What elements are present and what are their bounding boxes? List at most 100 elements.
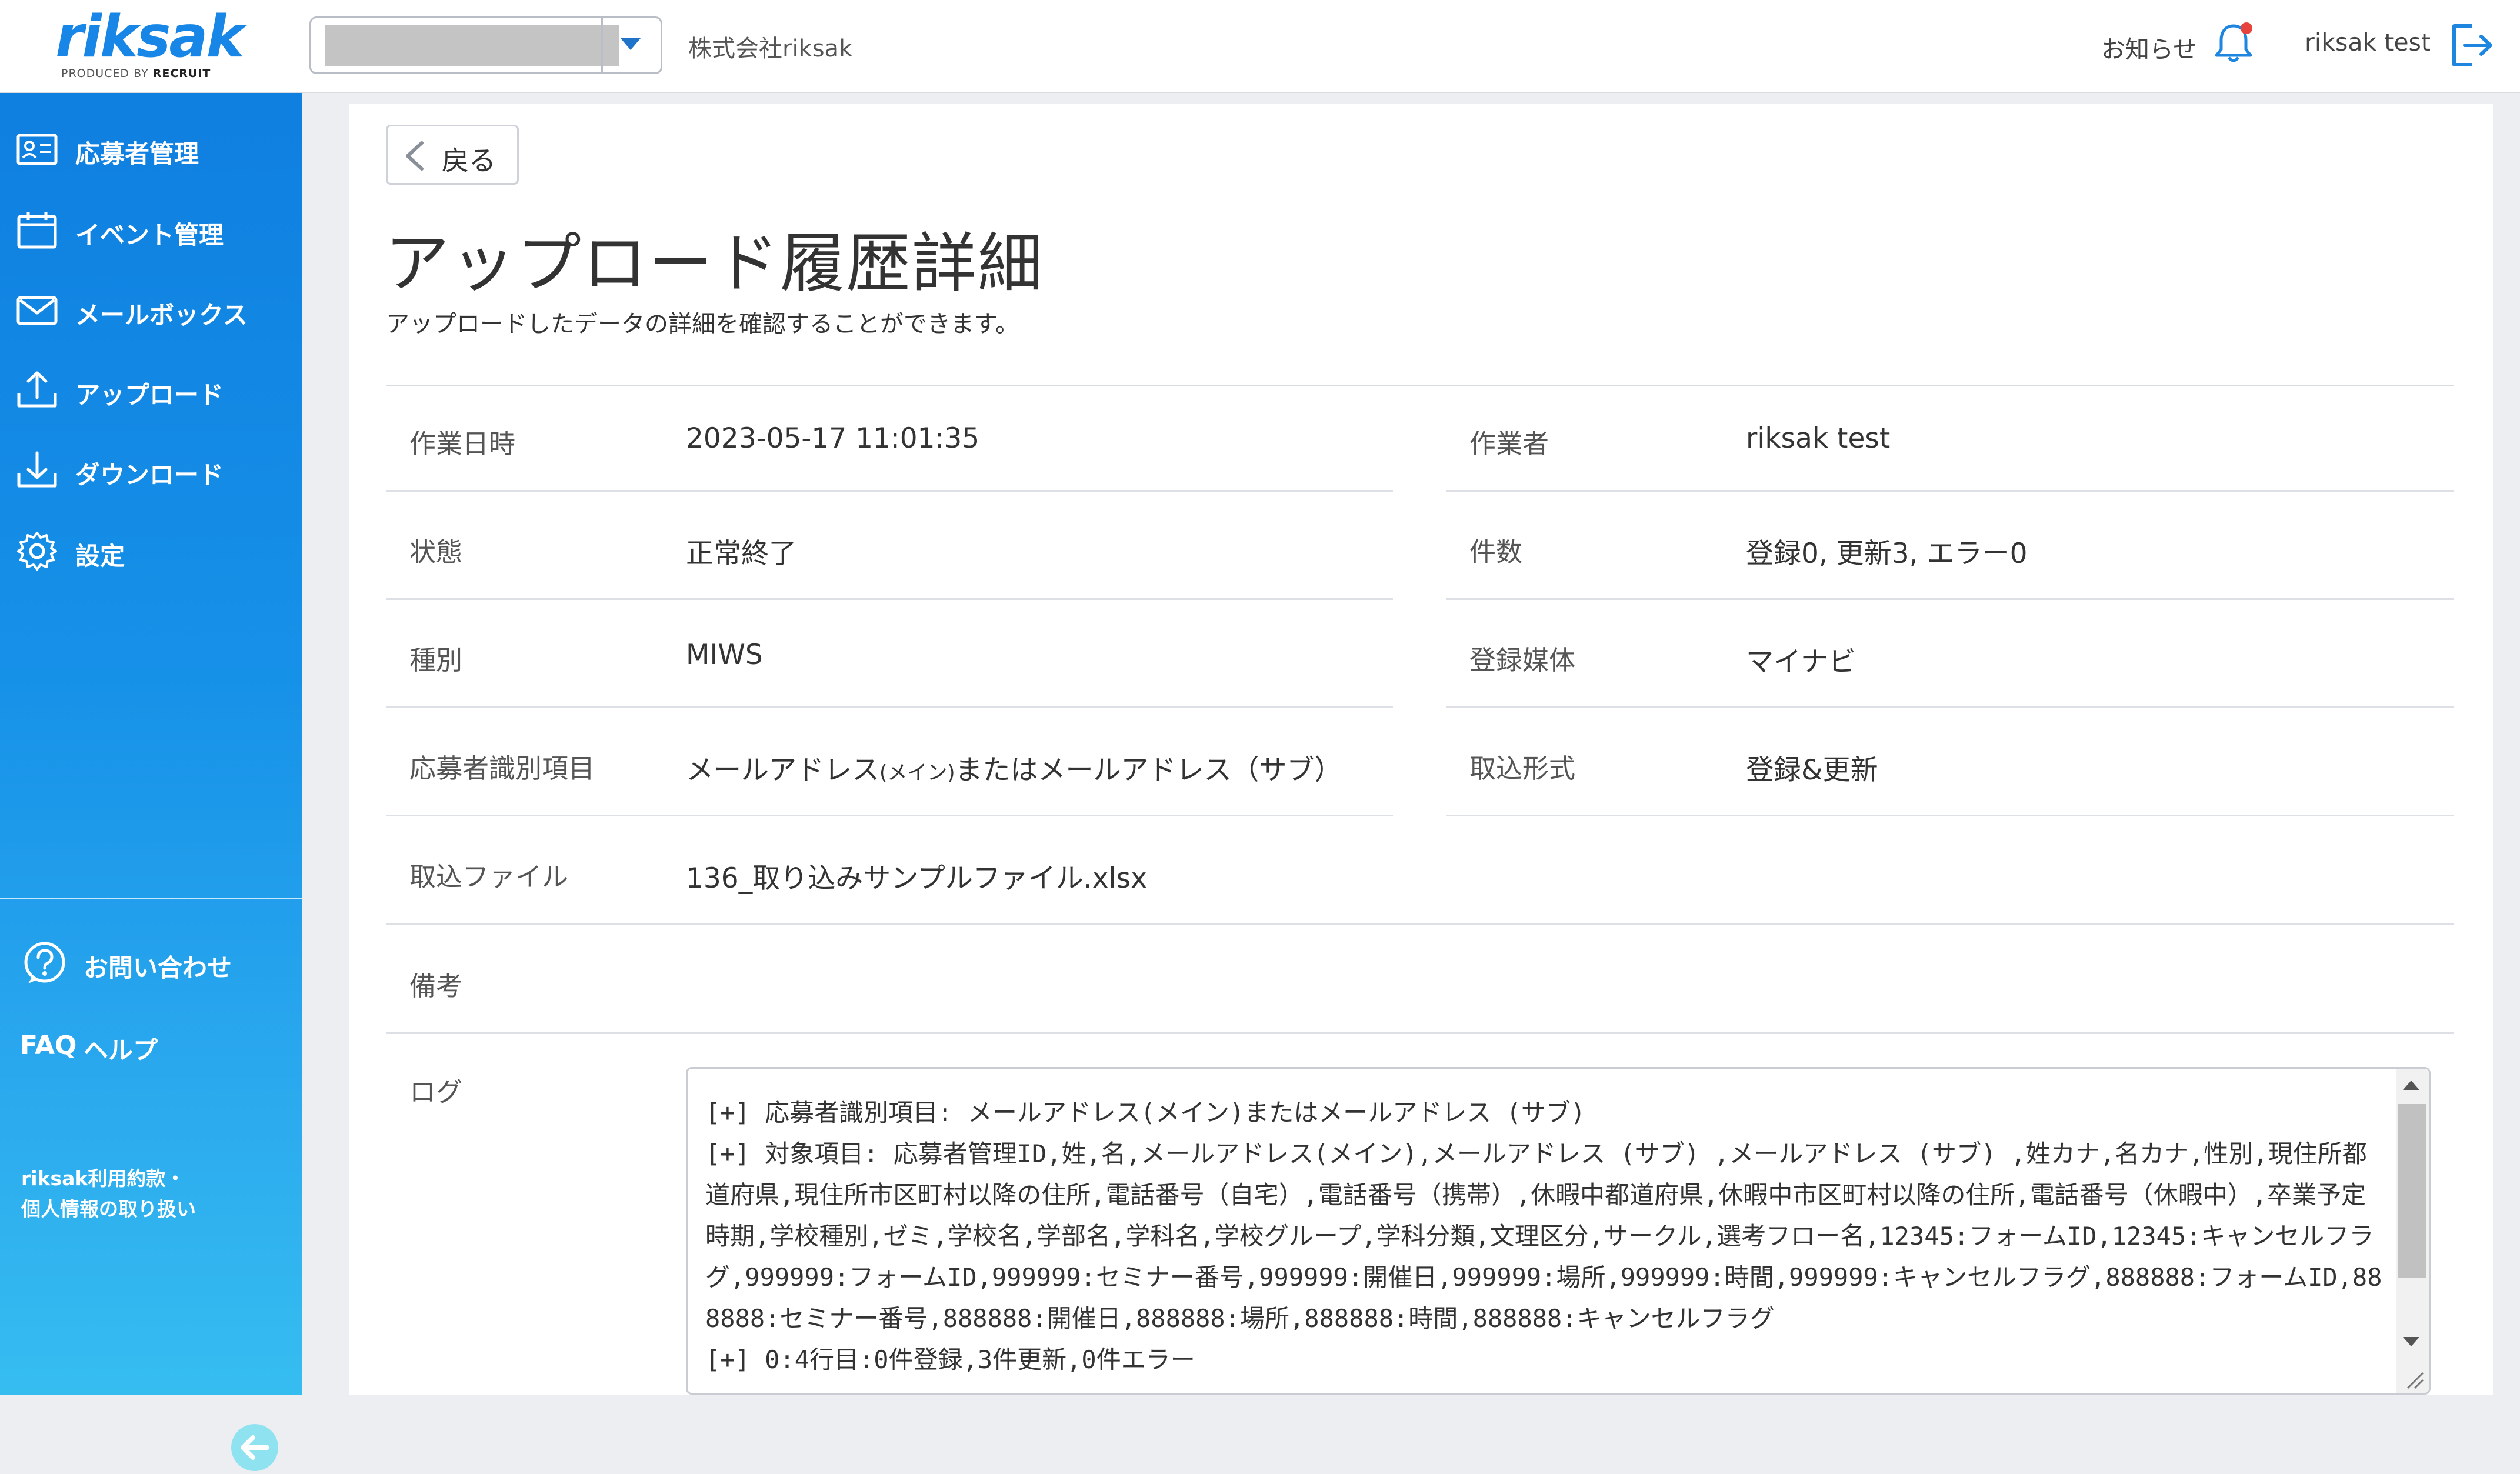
row-divider (1446, 490, 2454, 492)
user-name[interactable]: riksak test (2305, 28, 2431, 56)
sidebar-item-events[interactable]: イベント管理 (0, 196, 302, 261)
download-icon (17, 451, 57, 488)
terms-line-1: riksak利用約款・ (21, 1167, 185, 1190)
field-value: 正常終了 (686, 538, 796, 570)
page-title: アップロード履歴詳細 (385, 226, 1044, 301)
sidebar-item-label: イベント管理 (75, 221, 224, 249)
sidebar-item-upload[interactable]: アップロード (0, 356, 302, 421)
field-label: 件数 (1469, 536, 1523, 568)
field-value: 登録&更新 (1746, 754, 1878, 786)
field-label: 作業者 (1469, 428, 1549, 459)
sidebar-divider (0, 898, 302, 899)
collapse-sidebar-icon[interactable] (228, 1421, 281, 1474)
sidebar-item-label: アップロード (75, 381, 224, 409)
row-divider (386, 1032, 2454, 1034)
field-value: MIWS (686, 639, 763, 671)
help-circle-icon (24, 942, 65, 983)
logo-wordmark: riksak (55, 4, 245, 71)
field-label: 応募者識別項目 (409, 753, 595, 784)
field-worker: 作業者 riksak test (1446, 385, 2454, 492)
field-media: 登録媒体 マイナビ (1446, 601, 2454, 708)
terms-link[interactable]: riksak利用約款・ 個人情報の取り扱い (21, 1163, 196, 1225)
gear-icon (17, 532, 57, 571)
log-text: [+] 応募者識別項目: メールアドレス(メイン)またはメールアドレス (サブ)… (705, 1098, 2382, 1374)
field-import-file: 取込ファイル 136_取り込みサンプルファイル.xlsx (386, 818, 2454, 925)
row-divider (386, 706, 1393, 708)
bell-icon[interactable] (2213, 21, 2254, 65)
sidebar-item-settings[interactable]: 設定 (0, 518, 302, 582)
row-divider (386, 598, 1393, 600)
sidebar-item-label: メールボックス (75, 301, 248, 329)
row-divider (386, 490, 1393, 492)
riksak-logo[interactable]: riksak PRODUCED BY RECRUIT (55, 4, 245, 85)
field-value: 2023-05-17 11:01:35 (686, 422, 980, 455)
scroll-down-arrow-icon[interactable] (2403, 1337, 2419, 1346)
log-textarea[interactable]: [+] 応募者識別項目: メールアドレス(メイン)またはメールアドレス (サブ)… (686, 1067, 2431, 1395)
logout-icon[interactable] (2448, 22, 2495, 68)
sidebar-item-contact[interactable]: お問い合わせ (0, 934, 302, 999)
notice-link[interactable]: お知らせ (2101, 29, 2197, 65)
field-label: 登録媒体 (1469, 645, 1576, 676)
sidebar-item-applicants[interactable]: 応募者管理 (0, 115, 302, 180)
back-label: 戻る (442, 145, 496, 176)
row-divider (1446, 815, 2454, 816)
field-label: 作業日時 (409, 428, 516, 459)
row-divider (386, 923, 2454, 925)
applicant-card-icon (16, 134, 58, 165)
field-label: 備考 (409, 971, 463, 1002)
sidebar: 応募者管理 イベント管理 メールボックス アップロード ダウンロード 設定 お問… (0, 93, 302, 1471)
field-label: 種別 (409, 645, 463, 676)
terms-line-2: 個人情報の取り扱い (21, 1198, 196, 1220)
field-value: 登録0, 更新3, エラー0 (1746, 538, 2028, 570)
select-divider (601, 18, 603, 72)
logo-sub-brand: RECRUIT (152, 67, 211, 80)
logo-sub-prefix: PRODUCED BY (61, 67, 149, 80)
field-value: メールアドレス(メイン)またはメールアドレス（サブ） (686, 747, 1342, 788)
mail-icon (16, 296, 58, 325)
field-remarks: 備考 (386, 927, 2454, 1034)
back-button[interactable]: 戻る (386, 125, 519, 185)
sidebar-item-label: 設定 (75, 542, 125, 571)
logo-subtitle: PRODUCED BY RECRUIT (61, 67, 232, 80)
masked-company-value (325, 25, 619, 66)
page-description: アップロードしたデータの詳細を確認することができます。 (386, 311, 1019, 338)
top-header: riksak PRODUCED BY RECRUIT 株式会社riksak お知… (0, 0, 2520, 93)
identifier-value-c: またはメールアドレス（サブ） (955, 754, 1342, 786)
field-value: 136_取り込みサンプルファイル.xlsx (686, 862, 1147, 895)
log-scrollbar[interactable] (2396, 1069, 2429, 1393)
company-name: 株式会社riksak (688, 35, 853, 62)
field-value: マイナビ (1746, 646, 1856, 678)
sidebar-item-label: ダウンロード (75, 461, 224, 489)
faq-label: ヘルプ (84, 1036, 158, 1065)
upload-icon (17, 371, 57, 408)
sidebar-item-faq[interactable]: FAQ ヘルプ (0, 1022, 302, 1075)
company-select[interactable] (309, 16, 662, 74)
sidebar-item-mailbox[interactable]: メールボックス (0, 276, 302, 341)
field-count: 件数 登録0, 更新3, エラー0 (1446, 493, 2454, 600)
row-divider (386, 815, 1393, 816)
field-label: 状態 (409, 536, 463, 568)
faq-icon: FAQ (20, 1031, 77, 1061)
scroll-thumb[interactable] (2398, 1104, 2426, 1278)
field-label: 取込ファイル (409, 861, 569, 892)
identifier-value-b: (メイン) (879, 761, 955, 785)
row-divider (1446, 598, 2454, 600)
row-divider (1446, 706, 2454, 708)
sidebar-item-download[interactable]: ダウンロード (0, 436, 302, 501)
calendar-icon (17, 212, 57, 249)
sidebar-item-label: 応募者管理 (75, 139, 199, 168)
field-value: riksak test (1746, 422, 1891, 455)
field-import-format: 取込形式 登録&更新 (1446, 709, 2454, 816)
resize-handle-icon[interactable] (2403, 1368, 2424, 1389)
field-label: 取込形式 (1469, 753, 1576, 784)
contact-label: お問い合わせ (84, 953, 232, 982)
field-status: 状態 正常終了 (386, 493, 1393, 600)
field-work-datetime: 作業日時 2023-05-17 11:01:35 (386, 385, 1393, 492)
chevron-down-icon[interactable] (621, 38, 641, 50)
scroll-up-arrow-icon[interactable] (2403, 1081, 2419, 1090)
log-label: ログ (409, 1076, 463, 1108)
field-identifier: 応募者識別項目 メールアドレス(メイン)またはメールアドレス（サブ） (386, 709, 1393, 816)
identifier-value-a: メールアドレス (686, 754, 879, 786)
field-type: 種別 MIWS (386, 601, 1393, 708)
chevron-left-icon (406, 141, 424, 171)
